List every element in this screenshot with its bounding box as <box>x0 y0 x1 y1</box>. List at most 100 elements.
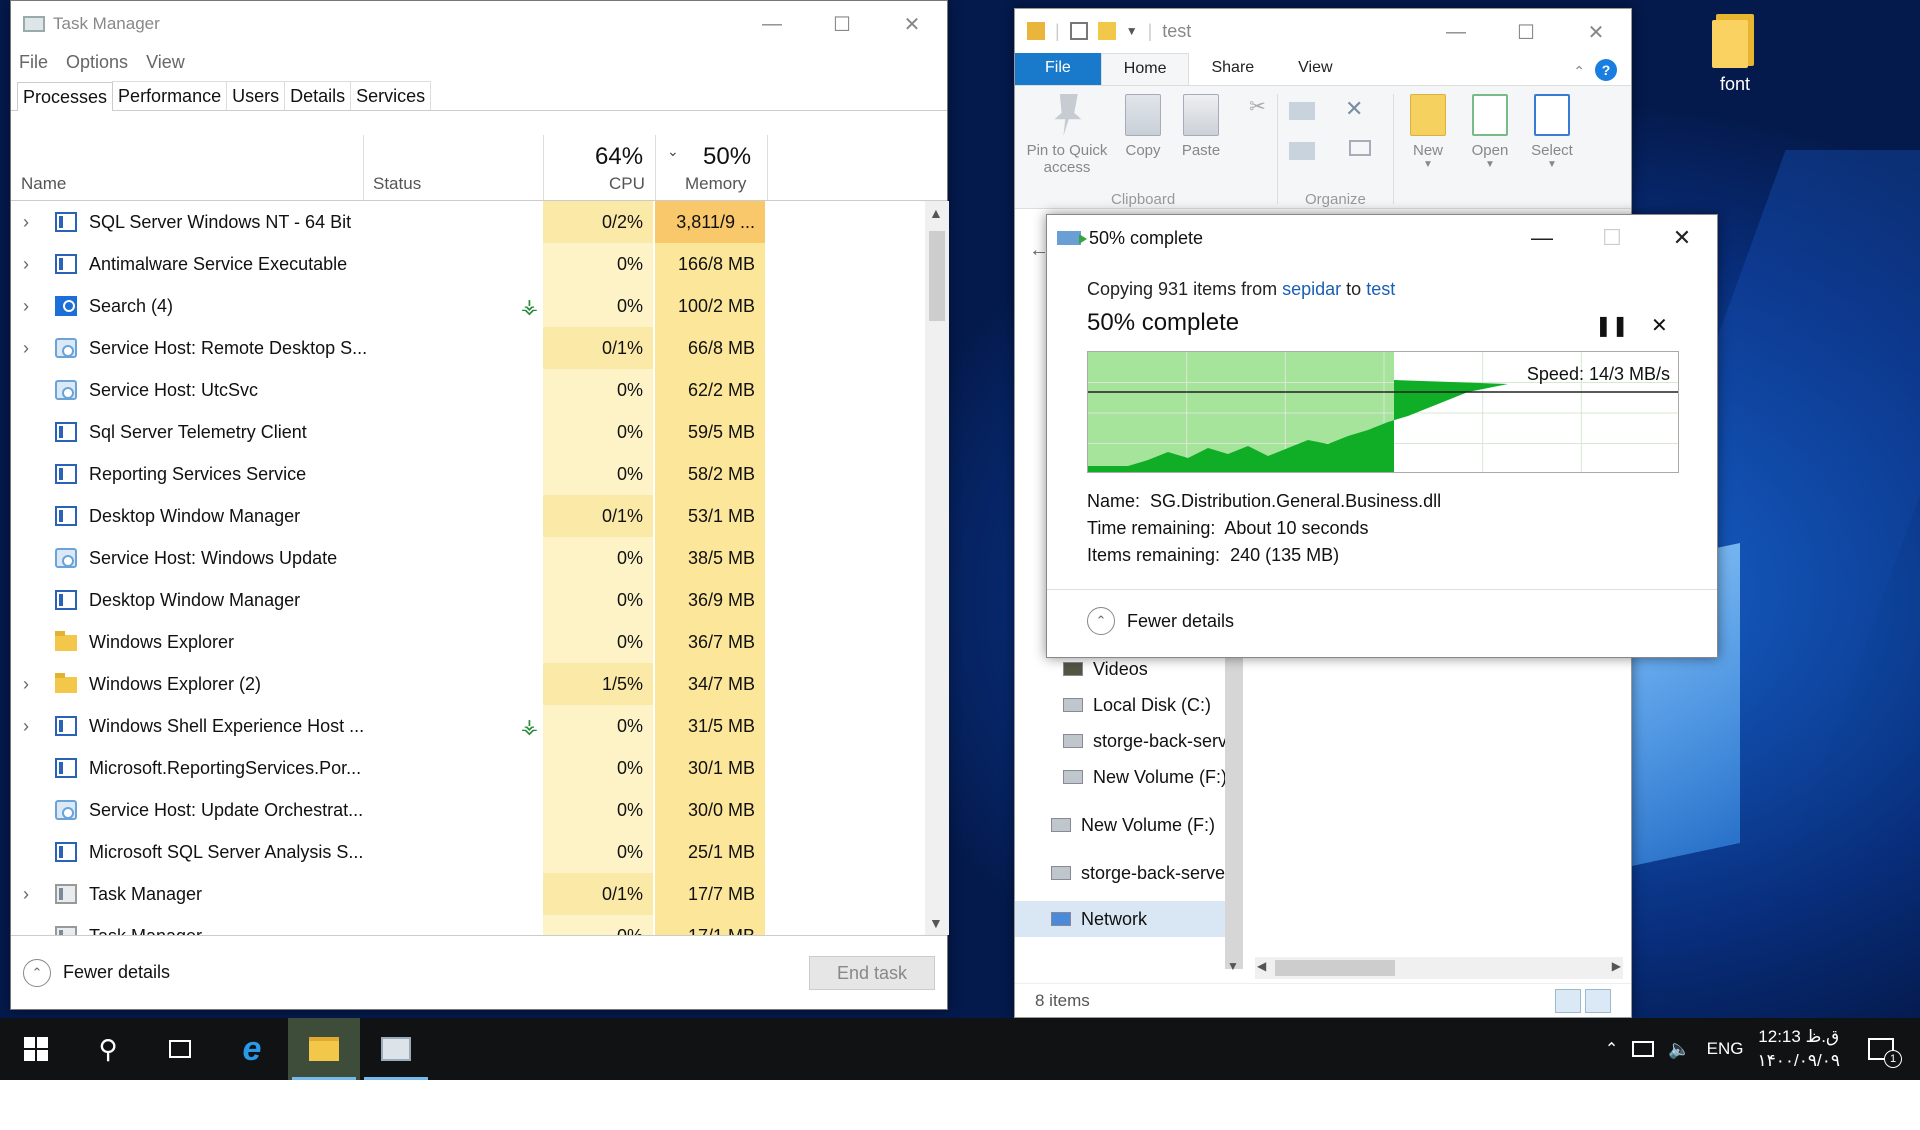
tab-users[interactable]: Users <box>226 81 286 110</box>
source-link[interactable]: sepidar <box>1282 279 1341 299</box>
process-row[interactable]: › Service Host: Remote Desktop S... 0/1% 66… <box>11 327 927 369</box>
menu-options[interactable]: Options <box>66 52 128 73</box>
move-to-icon[interactable] <box>1289 102 1315 120</box>
process-row[interactable]: Task Manager 0%17/1 MB <box>11 915 927 935</box>
nav-network[interactable]: Network <box>1015 901 1235 937</box>
maximize-button[interactable]: ☐ <box>1491 9 1561 55</box>
process-row[interactable]: › Task Manager 0/1% 17/7 MB <box>11 873 927 915</box>
process-row[interactable]: Desktop Window Manager 0% 36/9 MB <box>11 579 927 621</box>
desktop-icon-font[interactable]: font <box>1695 12 1775 95</box>
task-view-button[interactable] <box>144 1018 216 1080</box>
vertical-scrollbar[interactable]: ▲ ▼ <box>925 201 949 935</box>
tab-details[interactable]: Details <box>284 81 352 110</box>
nav-local-disk[interactable]: Local Disk (C:) <box>1015 687 1235 723</box>
start-button[interactable] <box>0 1018 72 1080</box>
scroll-thumb[interactable] <box>1275 960 1395 976</box>
process-row[interactable]: › SQL Server Windows NT - 64 Bit 0/2% 3,811… <box>11 201 927 243</box>
fewer-details-toggle[interactable]: ⌃ Fewer details <box>1087 607 1234 635</box>
nav-new-volume-2[interactable]: New Volume (F:) <box>1015 807 1235 843</box>
process-row[interactable]: Microsoft.ReportingServices.Por... 0% 30/1… <box>11 747 927 789</box>
scroll-left-icon[interactable]: ◀ <box>1257 959 1266 973</box>
process-row[interactable]: Microsoft SQL Server Analysis S... 0% 25/1… <box>11 831 927 873</box>
new-folder-icon[interactable] <box>1097 22 1116 40</box>
action-center-icon[interactable]: 1 <box>1868 1038 1902 1068</box>
column-memory[interactable]: Memory <box>685 174 746 194</box>
tab-view[interactable]: View <box>1276 53 1354 85</box>
nav-new-volume[interactable]: New Volume (F:) <box>1015 759 1235 795</box>
minimize-button[interactable]: — <box>1421 9 1491 55</box>
close-button[interactable]: ✕ <box>1561 9 1631 55</box>
process-row[interactable]: › Search (4) ⚶ 0% 100/2 MB <box>11 285 927 327</box>
delete-icon[interactable]: ✕ <box>1345 96 1363 122</box>
collapse-icon[interactable]: ⌃ <box>1087 607 1115 635</box>
process-row[interactable]: › Windows Shell Experience Host ... ⚶ 0% 31/… <box>11 705 927 747</box>
maximize-button[interactable]: ☐ <box>807 1 877 47</box>
cut-icon[interactable]: ✂ <box>1249 94 1266 119</box>
collapse-ribbon-icon[interactable]: ⌃ <box>1573 63 1585 80</box>
column-name[interactable]: Name <box>21 174 66 194</box>
copy-button[interactable]: Copy <box>1115 94 1171 159</box>
scroll-down-icon[interactable]: ▼ <box>929 915 943 931</box>
process-row[interactable]: Sql Server Telemetry Client 0% 59/5 MB <box>11 411 927 453</box>
minimize-button[interactable]: — <box>1507 215 1577 261</box>
internet-explorer-button[interactable]: e <box>216 1018 288 1080</box>
menu-view[interactable]: View <box>146 52 185 73</box>
tab-file[interactable]: File <box>1015 53 1101 85</box>
large-icons-view-icon[interactable] <box>1585 989 1611 1013</box>
open-button[interactable]: Open ▼ <box>1461 94 1519 170</box>
help-icon[interactable]: ? <box>1595 59 1617 81</box>
tab-home[interactable]: Home <box>1100 53 1190 85</box>
process-row[interactable]: › Windows Explorer (2) 1/5% 34/7 MB <box>11 663 927 705</box>
pin-quick-access-button[interactable]: Pin to Quick access <box>1023 94 1111 176</box>
scroll-right-icon[interactable]: ▶ <box>1612 959 1621 973</box>
task-manager-taskbar-button[interactable] <box>360 1018 432 1080</box>
process-row[interactable]: Service Host: Windows Update 0% 38/5 MB <box>11 537 927 579</box>
nav-storage-share-2[interactable]: storge-back-serve <box>1015 855 1235 891</box>
details-view-icon[interactable] <box>1555 989 1581 1013</box>
file-explorer-button[interactable] <box>288 1018 360 1080</box>
scroll-down-icon[interactable]: ▼ <box>1227 959 1239 973</box>
tab-services[interactable]: Services <box>350 81 432 110</box>
pause-icon[interactable]: ❚❚ <box>1595 313 1629 338</box>
minimize-button[interactable]: — <box>737 1 807 47</box>
show-hidden-icons-icon[interactable]: ⌃ <box>1605 1039 1618 1059</box>
select-button[interactable]: Select ▼ <box>1523 94 1581 170</box>
end-task-button[interactable]: End task <box>809 956 935 990</box>
expand-chevron-icon[interactable]: › <box>23 296 29 317</box>
tab-performance[interactable]: Performance <box>112 81 228 110</box>
horizontal-scrollbar[interactable]: ◀ ▶ <box>1255 957 1623 979</box>
clock[interactable]: 12:13 ق.ظ ۱۴۰۰/۰۹/۰۹ <box>1758 1025 1841 1073</box>
expand-chevron-icon[interactable]: › <box>23 254 29 275</box>
process-row[interactable]: Service Host: Update Orchestrat... 0% 30/0… <box>11 789 927 831</box>
expand-chevron-icon[interactable]: › <box>23 716 29 737</box>
cancel-icon[interactable]: ✕ <box>1651 313 1668 338</box>
tab-share[interactable]: Share <box>1189 53 1276 85</box>
process-row[interactable]: › Antimalware Service Executable 0% 166/8 M… <box>11 243 927 285</box>
expand-chevron-icon[interactable]: › <box>23 674 29 695</box>
scroll-up-icon[interactable]: ▲ <box>929 205 943 221</box>
language-indicator[interactable]: ENG <box>1707 1039 1744 1059</box>
collapse-icon[interactable]: ⌃ <box>23 958 51 987</box>
volume-muted-icon[interactable]: 🔈 <box>1668 1039 1690 1060</box>
fewer-details-link[interactable]: Fewer details <box>63 962 170 983</box>
close-button[interactable]: ✕ <box>1647 215 1717 261</box>
menu-file[interactable]: File <box>19 52 48 73</box>
rename-icon[interactable] <box>1349 140 1371 156</box>
process-row[interactable]: Reporting Services Service 0% 58/2 MB <box>11 453 927 495</box>
expand-chevron-icon[interactable]: › <box>23 338 29 359</box>
customize-chevron-icon[interactable]: ▼ <box>1126 24 1138 38</box>
expand-chevron-icon[interactable]: › <box>23 212 29 233</box>
nav-storage-share[interactable]: storge-back-serv <box>1015 723 1235 759</box>
expand-chevron-icon[interactable]: › <box>23 884 29 905</box>
process-row[interactable]: Windows Explorer 0% 36/7 MB <box>11 621 927 663</box>
copy-to-icon[interactable] <box>1289 142 1315 160</box>
paste-button[interactable]: Paste <box>1173 94 1229 159</box>
properties-icon[interactable] <box>1069 22 1088 40</box>
close-button[interactable]: ✕ <box>877 1 947 47</box>
column-cpu[interactable]: CPU <box>609 174 645 194</box>
tab-processes[interactable]: Processes <box>17 82 114 111</box>
process-row[interactable]: Service Host: UtcSvc 0% 62/2 MB <box>11 369 927 411</box>
destination-link[interactable]: test <box>1366 279 1395 299</box>
column-status[interactable]: Status <box>373 174 421 194</box>
scroll-thumb[interactable] <box>929 231 945 321</box>
